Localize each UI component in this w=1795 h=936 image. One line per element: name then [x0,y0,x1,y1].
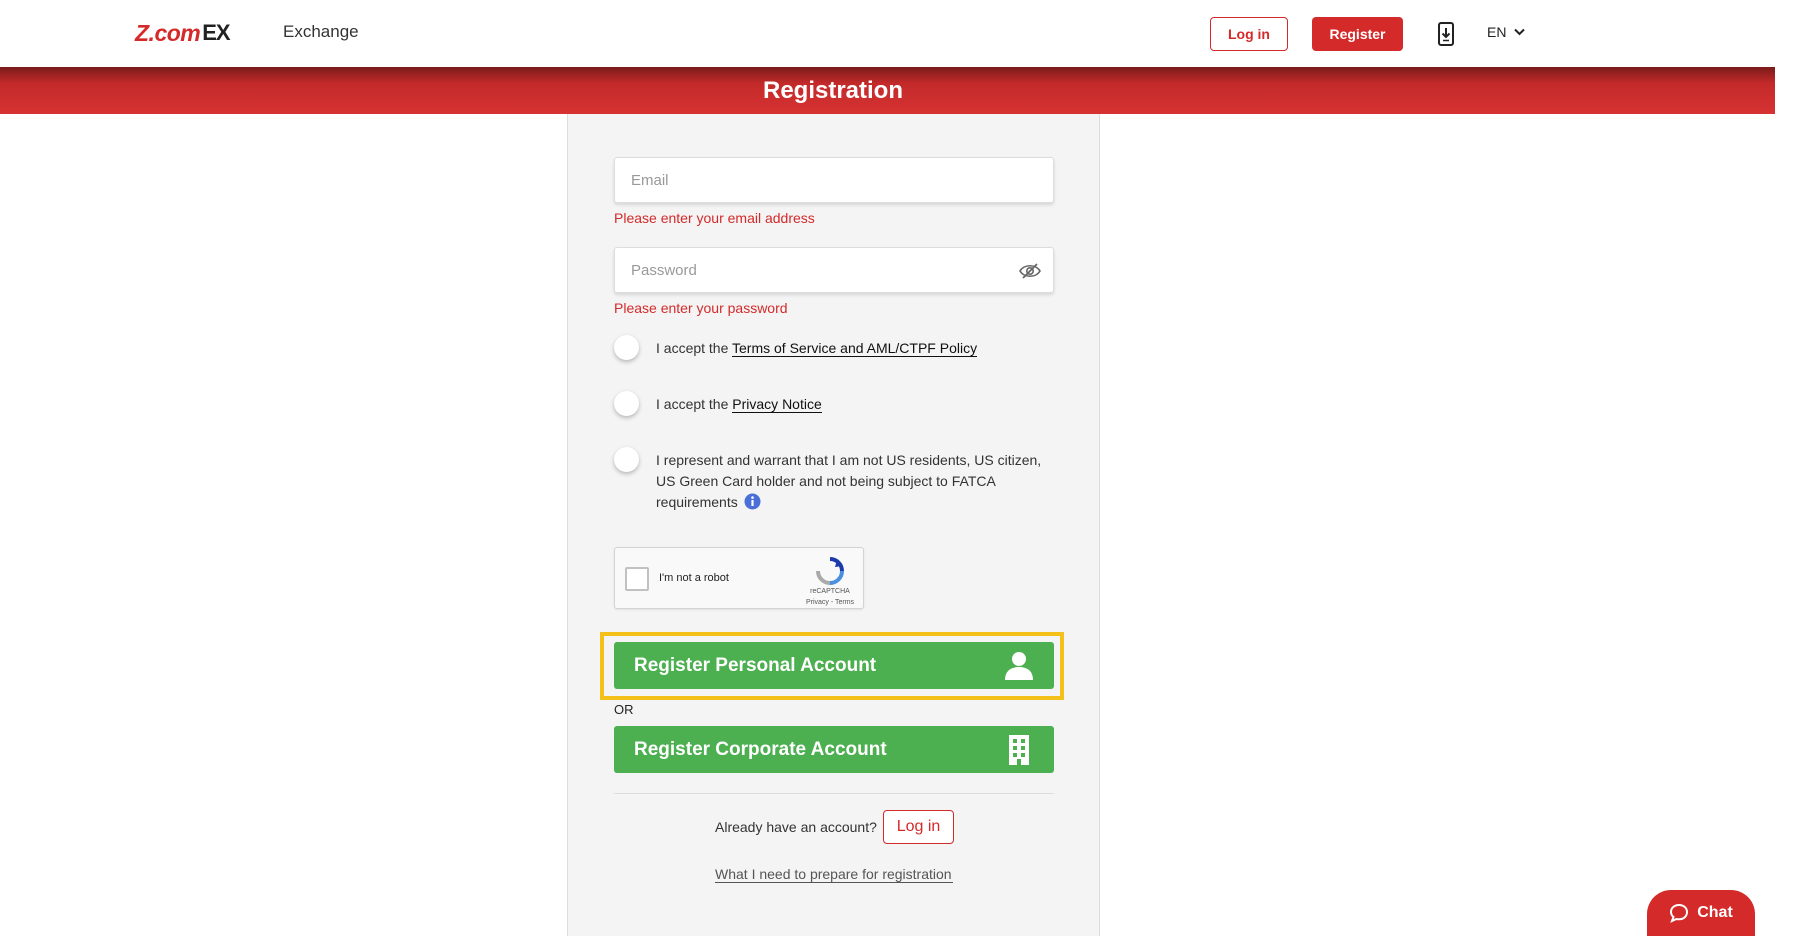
recaptcha-brand: reCAPTCHA Privacy - Terms [805,586,855,608]
privacy-label: I accept the Privacy Notice [656,394,822,415]
privacy-link[interactable]: Privacy Notice [732,396,822,413]
logo-text: Z.com [135,19,201,46]
terms-checkbox[interactable] [614,335,639,360]
us-warranty-checkbox-row: I represent and warrant that I am not US… [614,447,1054,513]
page-title: Registration [762,76,903,104]
personal-button-label: Register Personal Account [634,654,877,676]
password-error: Please enter your password [614,300,788,316]
registration-form-panel [567,114,1100,936]
chat-button[interactable]: Chat [1647,890,1755,936]
mobile-download-icon[interactable] [1437,22,1455,46]
building-icon [1009,735,1029,765]
terms-label: I accept the Terms of Service and AML/CT… [656,338,978,359]
privacy-checkbox-row: I accept the Privacy Notice [614,391,1054,416]
prepare-registration-link[interactable]: What I need to prepare for registration [715,866,953,883]
recaptcha-widget: I'm not a robot reCAPTCHA Privacy - Term… [614,547,864,609]
recaptcha-checkbox[interactable] [625,567,649,591]
email-input[interactable] [615,158,1053,202]
form-divider [614,793,1054,794]
register-personal-account-button[interactable]: Register Personal Account [614,642,1054,689]
person-icon [1005,652,1033,680]
us-warranty-label: I represent and warrant that I am not US… [656,450,1054,513]
chat-bubble-icon [1670,903,1689,923]
terms-prefix: I accept the [656,340,733,356]
terms-link[interactable]: Terms of Service and AML/CTPF Policy [732,340,978,357]
logo-suffix: EX [202,20,230,45]
or-separator: OR [614,702,634,717]
zcom-ex-logo[interactable]: Z.com EX [135,19,231,46]
already-have-account-text: Already have an account? [715,819,877,835]
register-corporate-account-button[interactable]: Register Corporate Account [614,726,1054,773]
privacy-checkbox[interactable] [614,391,639,416]
info-icon[interactable] [744,493,761,510]
eye-hidden-icon[interactable] [1019,262,1041,280]
password-input[interactable] [615,248,1053,292]
language-label: EN [1487,24,1507,40]
email-error: Please enter your email address [614,210,815,226]
chevron-down-icon [1514,28,1526,36]
recaptcha-links[interactable]: Privacy - Terms [805,597,855,608]
recaptcha-brand-name: reCAPTCHA [810,588,850,595]
corporate-button-label: Register Corporate Account [634,738,887,760]
us-warranty-text: I represent and warrant that I am not US… [656,452,1042,510]
bottom-login-button[interactable]: Log in [883,810,954,844]
header-login-button[interactable]: Log in [1210,17,1288,51]
privacy-prefix: I accept the [656,396,733,412]
email-field[interactable] [614,157,1054,203]
header-register-button[interactable]: Register [1312,17,1403,51]
us-warranty-checkbox[interactable] [614,447,639,472]
top-header: Z.com EX Exchange Log in Register EN [0,0,1795,67]
registration-banner: Registration [0,67,1775,114]
terms-checkbox-row: I accept the Terms of Service and AML/CT… [614,335,1054,360]
recaptcha-logo-icon [816,557,844,585]
password-field[interactable] [614,247,1054,293]
language-selector[interactable]: EN [1487,24,1526,40]
recaptcha-label: I'm not a robot [659,572,729,584]
exchange-label: Exchange [283,22,359,41]
chat-label: Chat [1697,904,1733,921]
